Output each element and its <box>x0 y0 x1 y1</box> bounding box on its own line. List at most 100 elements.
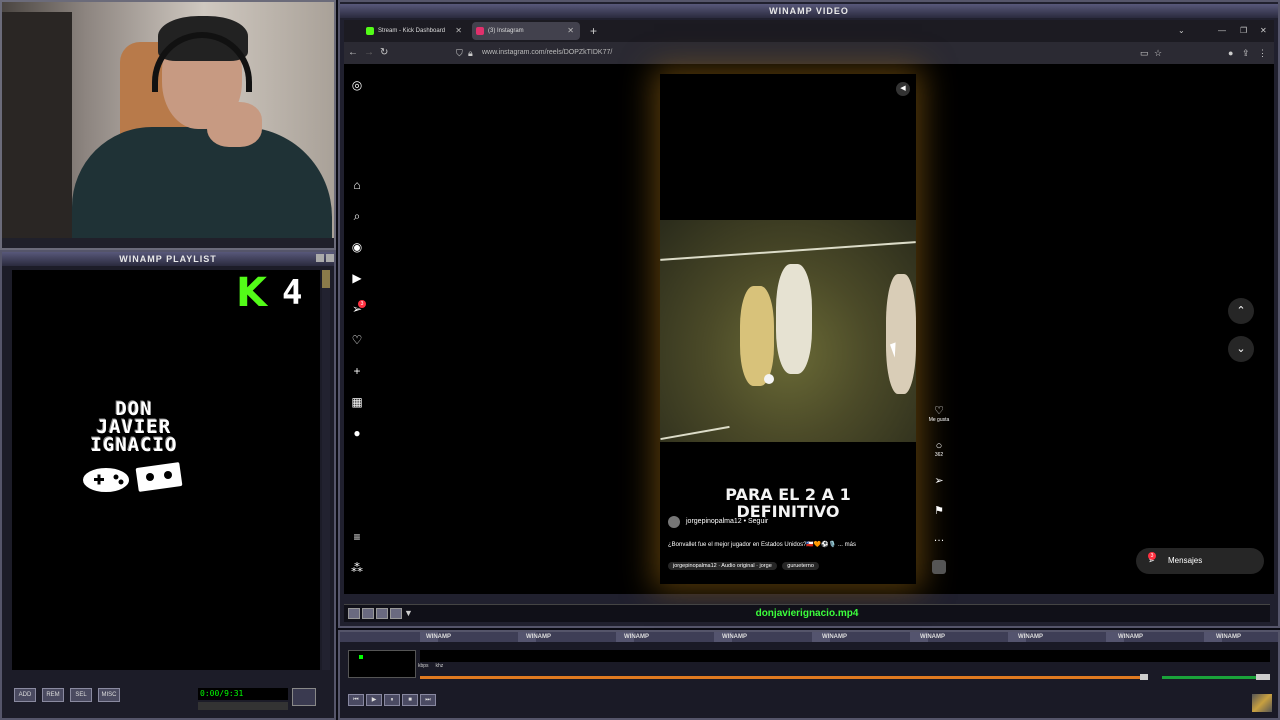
previous-reel-button[interactable]: ⌃ <box>1228 298 1254 324</box>
instagram-page: ◎ ⌂ ⌕ ◉ ▶ ➢ 3 ♡ + ▦ ● ≡ ⁂ ◀ PARA EL 2 A … <box>344 64 1274 594</box>
size-1x-icon[interactable] <box>362 608 374 619</box>
new-tab-icon[interactable]: + <box>590 22 597 40</box>
instagram-logo-icon[interactable]: ◎ <box>350 78 364 92</box>
share-icon[interactable]: ➢ <box>924 474 954 487</box>
pitch-line <box>660 241 916 261</box>
scroll-thumb[interactable] <box>322 270 330 288</box>
dropdown-arrow-icon[interactable]: ▼ <box>404 608 416 619</box>
explore-icon[interactable]: ◉ <box>350 240 364 254</box>
address-field[interactable]: www.instagram.com/reels/DOPZkTIDK77/ <box>482 46 612 60</box>
more-menu-icon[interactable]: ≡ <box>350 530 364 544</box>
save-bookmark-icon[interactable]: ⚑ <box>924 504 954 517</box>
tv-icon[interactable] <box>390 608 402 619</box>
forward-icon[interactable]: → <box>364 42 374 64</box>
playlist-time: 0:00/9:31 <box>198 688 288 700</box>
add-button[interactable]: ADD <box>14 688 36 702</box>
account-icon[interactable]: ● <box>1228 42 1233 64</box>
misc-button[interactable]: MISC <box>98 688 120 702</box>
search-icon[interactable]: ⌕ <box>350 209 364 223</box>
winamp-stripe[interactable]: WINAMP WINAMP WINAMP WINAMP WINAMP WINAM… <box>340 632 1278 642</box>
author-avatar[interactable] <box>668 516 680 528</box>
player-figure <box>886 274 916 394</box>
kick-icon <box>366 27 374 35</box>
comment-count: 362 <box>934 452 944 458</box>
close-icon[interactable]: ✕ <box>1260 22 1267 40</box>
reel-player[interactable]: ◀ PARA EL 2 A 1 DEFINITIVO jorgepinopalm… <box>660 74 916 584</box>
playlist-titlebar[interactable]: WINAMP PLAYLIST <box>2 252 334 266</box>
create-icon[interactable]: + <box>350 364 364 378</box>
playlist-scrollbar[interactable] <box>322 270 330 670</box>
stripe-label: WINAMP <box>722 634 747 640</box>
fullscreen-icon[interactable] <box>348 608 360 619</box>
remove-button[interactable]: REM <box>42 688 64 702</box>
tab-label: (3) Instagram <box>488 28 524 34</box>
next-icon[interactable]: ⏭ <box>420 694 436 706</box>
video-titlebar[interactable]: WINAMP VIDEO <box>340 4 1278 18</box>
home-icon[interactable]: ⌂ <box>350 178 364 192</box>
tab-kick-dashboard[interactable]: Stream - Kick Dashboard ✕ <box>362 22 468 40</box>
khz-label: khz <box>435 663 444 669</box>
menu-icon[interactable]: ⋮ <box>1258 42 1267 64</box>
reader-icon[interactable]: ▭ <box>1140 42 1149 64</box>
play-icon[interactable]: ▶ <box>366 694 382 706</box>
video-status-bar: donjavierignacio.mp4 ▼ <box>344 604 1270 622</box>
restore-icon[interactable]: ❐ <box>1240 22 1247 40</box>
next-reel-button[interactable]: ⌄ <box>1228 336 1254 362</box>
comment-button[interactable]: ○ 362 <box>924 440 954 459</box>
playlist-title: WINAMP PLAYLIST <box>119 254 217 264</box>
playlist-content: K 4 DON JAVIER IGNACIO <box>12 270 320 670</box>
close-tab-icon[interactable]: ✕ <box>455 22 462 40</box>
volume-thumb[interactable] <box>1256 674 1270 680</box>
select-button[interactable]: SEL <box>70 688 92 702</box>
close-tab-icon[interactable]: ✕ <box>567 22 574 40</box>
lock-icon[interactable]: 🔒︎ <box>468 42 473 64</box>
bitrate-labels: kbps khz <box>418 662 443 670</box>
play-indicator <box>359 655 363 659</box>
playlist-mini-controls[interactable] <box>198 702 288 710</box>
song-info-display[interactable] <box>420 650 1270 662</box>
back-icon[interactable]: ← <box>348 42 358 64</box>
stop-icon[interactable]: ■ <box>402 694 418 706</box>
seek-thumb[interactable] <box>1140 674 1148 680</box>
visualizer-display[interactable] <box>348 650 416 678</box>
tab-list-icon[interactable]: ⌄ <box>1178 22 1185 40</box>
direct-messages-icon[interactable]: ➢ 3 <box>350 300 366 316</box>
tagged-user[interactable]: gurueterno <box>782 562 819 570</box>
resize-grip-icon[interactable] <box>1252 694 1272 712</box>
more-options-icon[interactable]: … <box>924 532 954 544</box>
pause-icon[interactable]: ⏸ <box>384 694 400 706</box>
reload-icon[interactable]: ↻ <box>380 42 388 64</box>
close-icon[interactable] <box>326 254 334 262</box>
dashboard-icon[interactable]: ▦ <box>350 395 364 409</box>
audio-link[interactable]: jorgepinopalma12 · Audio original · jorg… <box>668 562 777 570</box>
bookmark-star-icon[interactable]: ☆ <box>1154 42 1162 64</box>
also-from-meta-icon[interactable]: ⁂ <box>350 561 364 575</box>
volume-slider[interactable] <box>1162 676 1256 679</box>
messages-button[interactable]: 3 ➢ Mensajes <box>1136 548 1264 574</box>
previous-icon[interactable]: ⏮ <box>348 694 364 706</box>
follow-button[interactable]: Seguir <box>748 518 768 525</box>
reels-icon[interactable]: ▶ <box>350 271 364 285</box>
minimize-icon[interactable]: — <box>1218 22 1226 40</box>
share-icon[interactable]: ⇪ <box>1242 42 1250 64</box>
audio-thumbnail[interactable] <box>932 560 946 574</box>
audio-row: jorgepinopalma12 · Audio original · jorg… <box>668 560 823 572</box>
shield-icon[interactable]: ⛉ <box>456 42 463 64</box>
seek-bar[interactable] <box>420 676 1140 679</box>
reel-caption[interactable]: ¿Bonvallet fue el mejor jugador en Estad… <box>668 540 856 550</box>
messages-label: Mensajes <box>1168 556 1203 565</box>
author-name[interactable]: jorgepinopalma12 <box>686 518 742 525</box>
profile-avatar-icon[interactable]: ● <box>350 426 364 440</box>
stripe-label: WINAMP <box>1118 634 1143 640</box>
browser-window: Stream - Kick Dashboard ✕ (3) Instagram … <box>344 20 1274 594</box>
like-button[interactable]: ♡ Me gusta <box>924 404 954 424</box>
mute-toggle-icon[interactable]: ◀ <box>896 82 910 96</box>
minimize-icon[interactable] <box>316 254 324 262</box>
list-menu-button[interactable] <box>292 688 316 706</box>
brand-line: IGNACIO <box>90 434 178 456</box>
notifications-heart-icon[interactable]: ♡ <box>350 333 364 347</box>
stripe-label: WINAMP <box>822 634 847 640</box>
size-2x-icon[interactable] <box>376 608 388 619</box>
stripe-label: WINAMP <box>920 634 945 640</box>
tab-instagram[interactable]: (3) Instagram ✕ <box>472 22 580 40</box>
